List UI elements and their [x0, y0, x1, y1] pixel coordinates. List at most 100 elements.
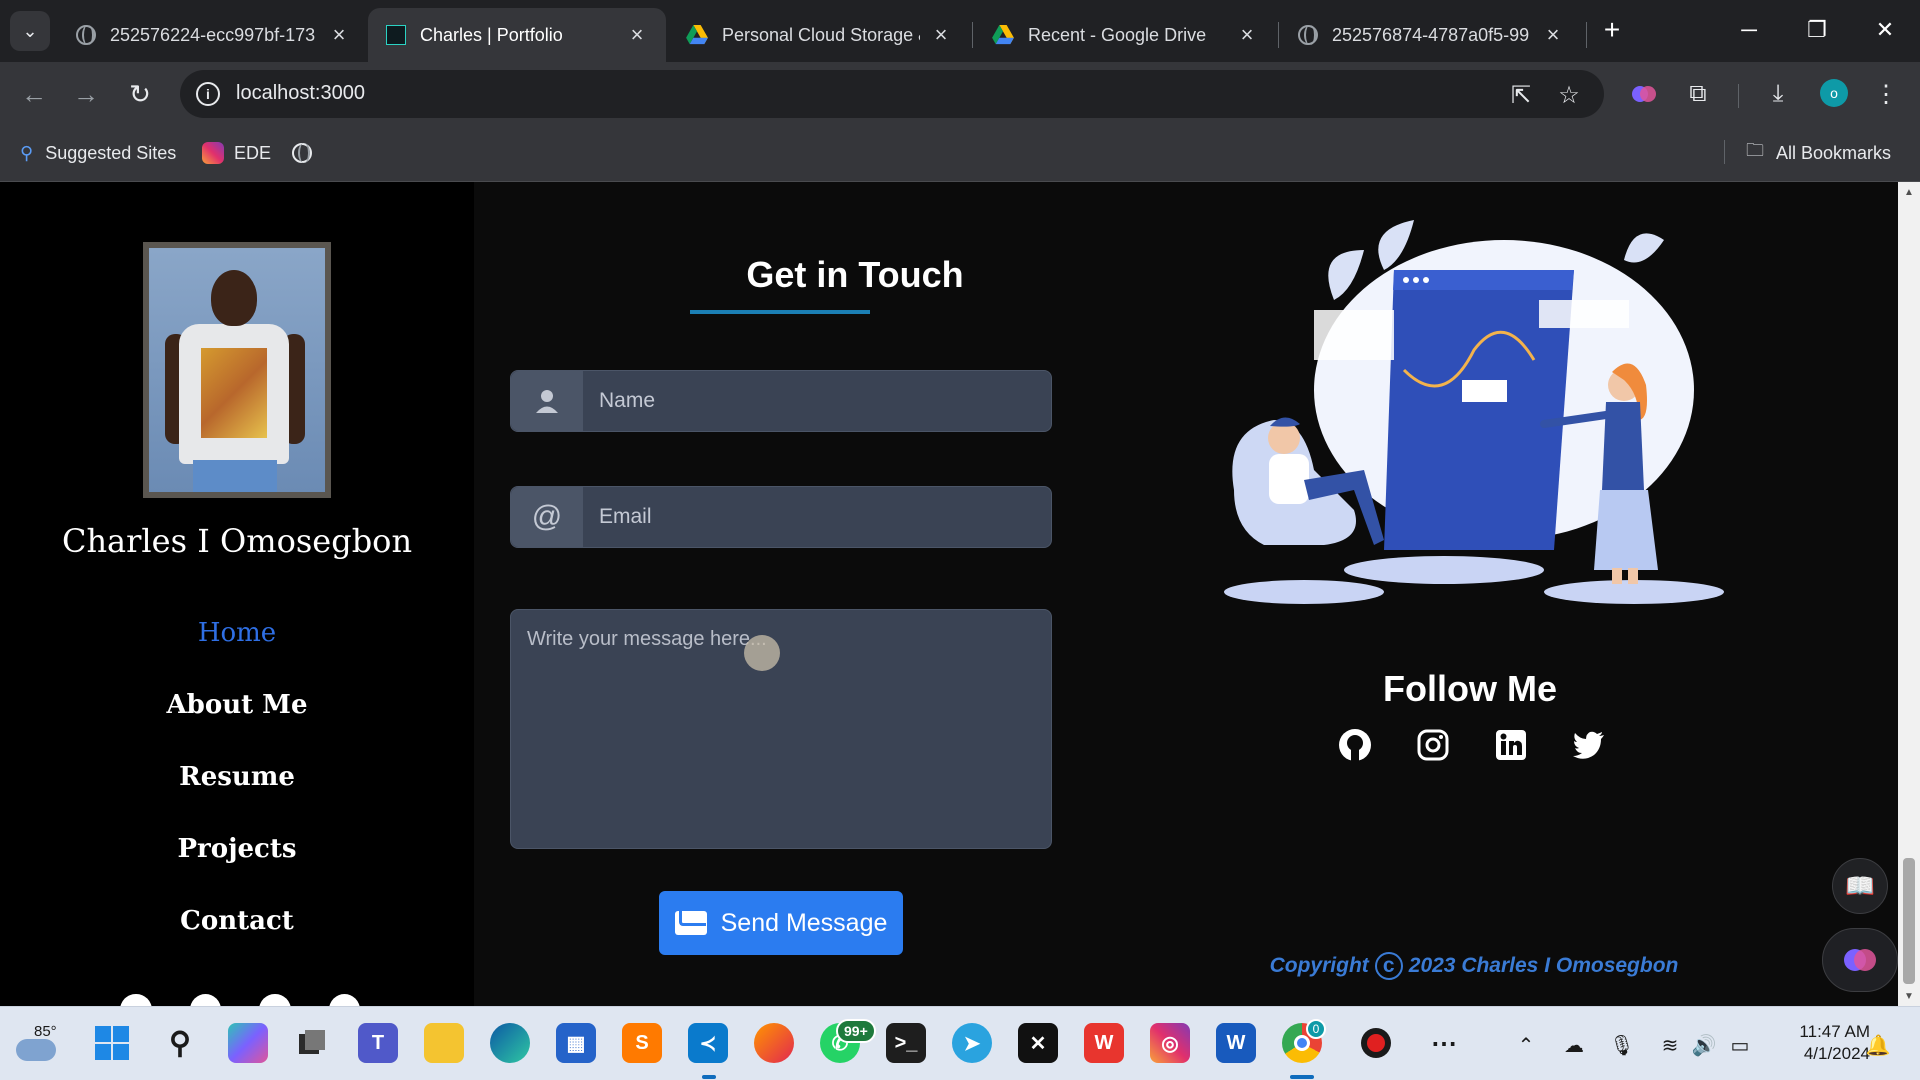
mail-icon	[674, 911, 707, 935]
instagram-icon[interactable]: ◎	[1150, 1023, 1190, 1063]
task-view-icon[interactable]	[292, 1023, 332, 1063]
notification-bell-icon[interactable]: 🔔	[1864, 1031, 1892, 1059]
extensions-icon[interactable]: ⧉	[1680, 76, 1716, 112]
tab-search-button[interactable]: ⌄	[10, 11, 50, 51]
chevron-down-icon: ⌄	[22, 20, 38, 41]
reading-mode-button[interactable]: 📖	[1832, 858, 1888, 914]
close-window-button[interactable]: ✕	[1852, 8, 1918, 52]
reload-button[interactable]: ↻	[118, 72, 162, 116]
open-in-app-icon[interactable]: ⇱	[1506, 80, 1536, 110]
bookmarks-bar: ⚲ Suggested Sites EDE 🗀 All Bookmarks	[0, 126, 1920, 182]
scroll-up-icon[interactable]: ▲	[1898, 182, 1920, 202]
minimize-button[interactable]: ─	[1716, 8, 1782, 52]
bookmark-star-icon[interactable]: ☆	[1554, 80, 1584, 110]
tab-1[interactable]: 252576224-ecc997bf-173 ×	[58, 8, 368, 62]
battery-icon[interactable]: ▭	[1726, 1031, 1754, 1059]
book-icon: 📖	[1845, 872, 1875, 900]
more-menu-icon[interactable]: ⋮	[1868, 76, 1904, 112]
brain-icon	[1632, 86, 1656, 102]
nav-about-me[interactable]: About Me	[0, 690, 474, 762]
section-title: Get in Touch	[746, 254, 964, 295]
linkedin-icon[interactable]	[259, 994, 291, 1006]
file-explorer-icon[interactable]	[424, 1023, 464, 1063]
ai-extension-icon[interactable]	[1626, 76, 1662, 112]
back-button[interactable]: ←	[12, 72, 56, 116]
ai-assistant-button[interactable]	[1822, 928, 1898, 992]
bookmark-suggested-sites[interactable]: ⚲ Suggested Sites	[20, 138, 176, 168]
github-icon[interactable]	[1337, 727, 1373, 763]
tab-4[interactable]: Recent - Google Drive ×	[974, 8, 1276, 62]
copyright-prefix: Copyright	[1269, 954, 1369, 977]
tab-title: Charles | Portfolio	[420, 24, 563, 45]
search-icon[interactable]: ⚲	[160, 1023, 200, 1063]
chevron-up-icon[interactable]: ⌃	[1512, 1031, 1540, 1059]
close-icon[interactable]: ×	[1542, 22, 1564, 48]
vscode-icon[interactable]: ≺	[688, 1023, 728, 1063]
url-text[interactable]: localhost:3000	[236, 82, 365, 105]
close-icon[interactable]: ×	[930, 22, 952, 48]
name-input[interactable]	[583, 371, 1051, 431]
instagram-icon[interactable]	[1415, 727, 1451, 763]
restore-button[interactable]: ❐	[1784, 8, 1850, 52]
volume-icon[interactable]: 🔊	[1690, 1031, 1718, 1059]
edge-icon[interactable]	[490, 1023, 530, 1063]
github-icon[interactable]	[120, 994, 152, 1006]
bookmark-ede[interactable]: EDE	[202, 138, 271, 168]
wps-office-icon[interactable]: W	[1084, 1023, 1124, 1063]
weather-widget[interactable]: 85°	[12, 1021, 72, 1067]
onedrive-icon[interactable]: ☁	[1560, 1031, 1588, 1059]
tab-2-active[interactable]: Charles | Portfolio ×	[368, 8, 666, 62]
folder-icon: 🗀	[1746, 140, 1764, 160]
copyright-symbol-icon: c	[1374, 952, 1403, 980]
twitter-icon[interactable]	[1571, 727, 1607, 763]
screen-recorder-icon[interactable]	[1356, 1023, 1396, 1063]
teams-icon[interactable]: T	[358, 1023, 398, 1063]
globe-icon	[76, 25, 96, 45]
message-textarea[interactable]	[510, 609, 1052, 849]
close-icon[interactable]: ×	[1236, 22, 1258, 48]
address-bar[interactable]: i localhost:3000 ⇱ ☆	[180, 70, 1604, 118]
download-icon[interactable]: ⤓	[1760, 76, 1796, 112]
scroll-down-icon[interactable]: ▼	[1898, 986, 1920, 1006]
close-icon[interactable]: ×	[626, 22, 648, 48]
bookmark-globe[interactable]	[292, 138, 312, 168]
tab-3[interactable]: Personal Cloud Storage & ×	[668, 8, 970, 62]
sublime-text-icon[interactable]: S	[622, 1023, 662, 1063]
profile-avatar[interactable]: o	[1820, 79, 1848, 107]
twitter-icon[interactable]	[328, 994, 360, 1006]
copilot-icon[interactable]	[228, 1023, 268, 1063]
capcut-icon[interactable]: ✕	[1018, 1023, 1058, 1063]
new-tab-button[interactable]: +	[1588, 8, 1636, 52]
wifi-icon[interactable]: ≋	[1656, 1031, 1684, 1059]
forward-button[interactable]: →	[64, 72, 108, 116]
minimize-icon: ─	[1741, 17, 1757, 42]
instagram-icon[interactable]	[189, 994, 221, 1006]
all-bookmarks-button[interactable]: 🗀 All Bookmarks	[1746, 138, 1891, 168]
send-message-button[interactable]: Send Message	[659, 891, 903, 955]
page-scrollbar[interactable]: ▲ ▼	[1898, 182, 1920, 1006]
email-input[interactable]	[583, 487, 1051, 547]
close-icon[interactable]: ×	[328, 22, 350, 48]
reload-icon: ↻	[129, 78, 151, 109]
globe-icon	[292, 143, 312, 163]
clock[interactable]: 11:47 AM 4/1/2024	[1770, 1021, 1870, 1065]
microsoft-store-icon[interactable]: ▦	[556, 1023, 596, 1063]
tab-5[interactable]: 252576874-4787a0f5-99 ×	[1280, 8, 1582, 62]
nav-resume[interactable]: Resume	[0, 762, 474, 834]
nav-contact[interactable]: Contact	[0, 906, 474, 978]
scroll-thumb[interactable]	[1903, 858, 1915, 984]
bookmark-label: EDE	[234, 142, 272, 163]
linkedin-icon[interactable]	[1493, 727, 1529, 763]
site-info-icon[interactable]: i	[196, 82, 220, 106]
terminal-icon[interactable]: >_	[886, 1023, 926, 1063]
more-apps-icon[interactable]: ⋯	[1424, 1023, 1464, 1063]
tab-separator	[972, 22, 973, 48]
word-icon[interactable]: W	[1216, 1023, 1256, 1063]
firefox-icon[interactable]	[754, 1023, 794, 1063]
nav-home[interactable]: Home	[0, 618, 474, 690]
nav-projects[interactable]: Projects	[0, 834, 474, 906]
telegram-icon[interactable]: ➤	[952, 1023, 992, 1063]
microphone-icon[interactable]: 🎙	[1608, 1031, 1636, 1059]
start-button[interactable]	[92, 1023, 132, 1063]
sidebar-social-icons	[120, 994, 360, 1006]
